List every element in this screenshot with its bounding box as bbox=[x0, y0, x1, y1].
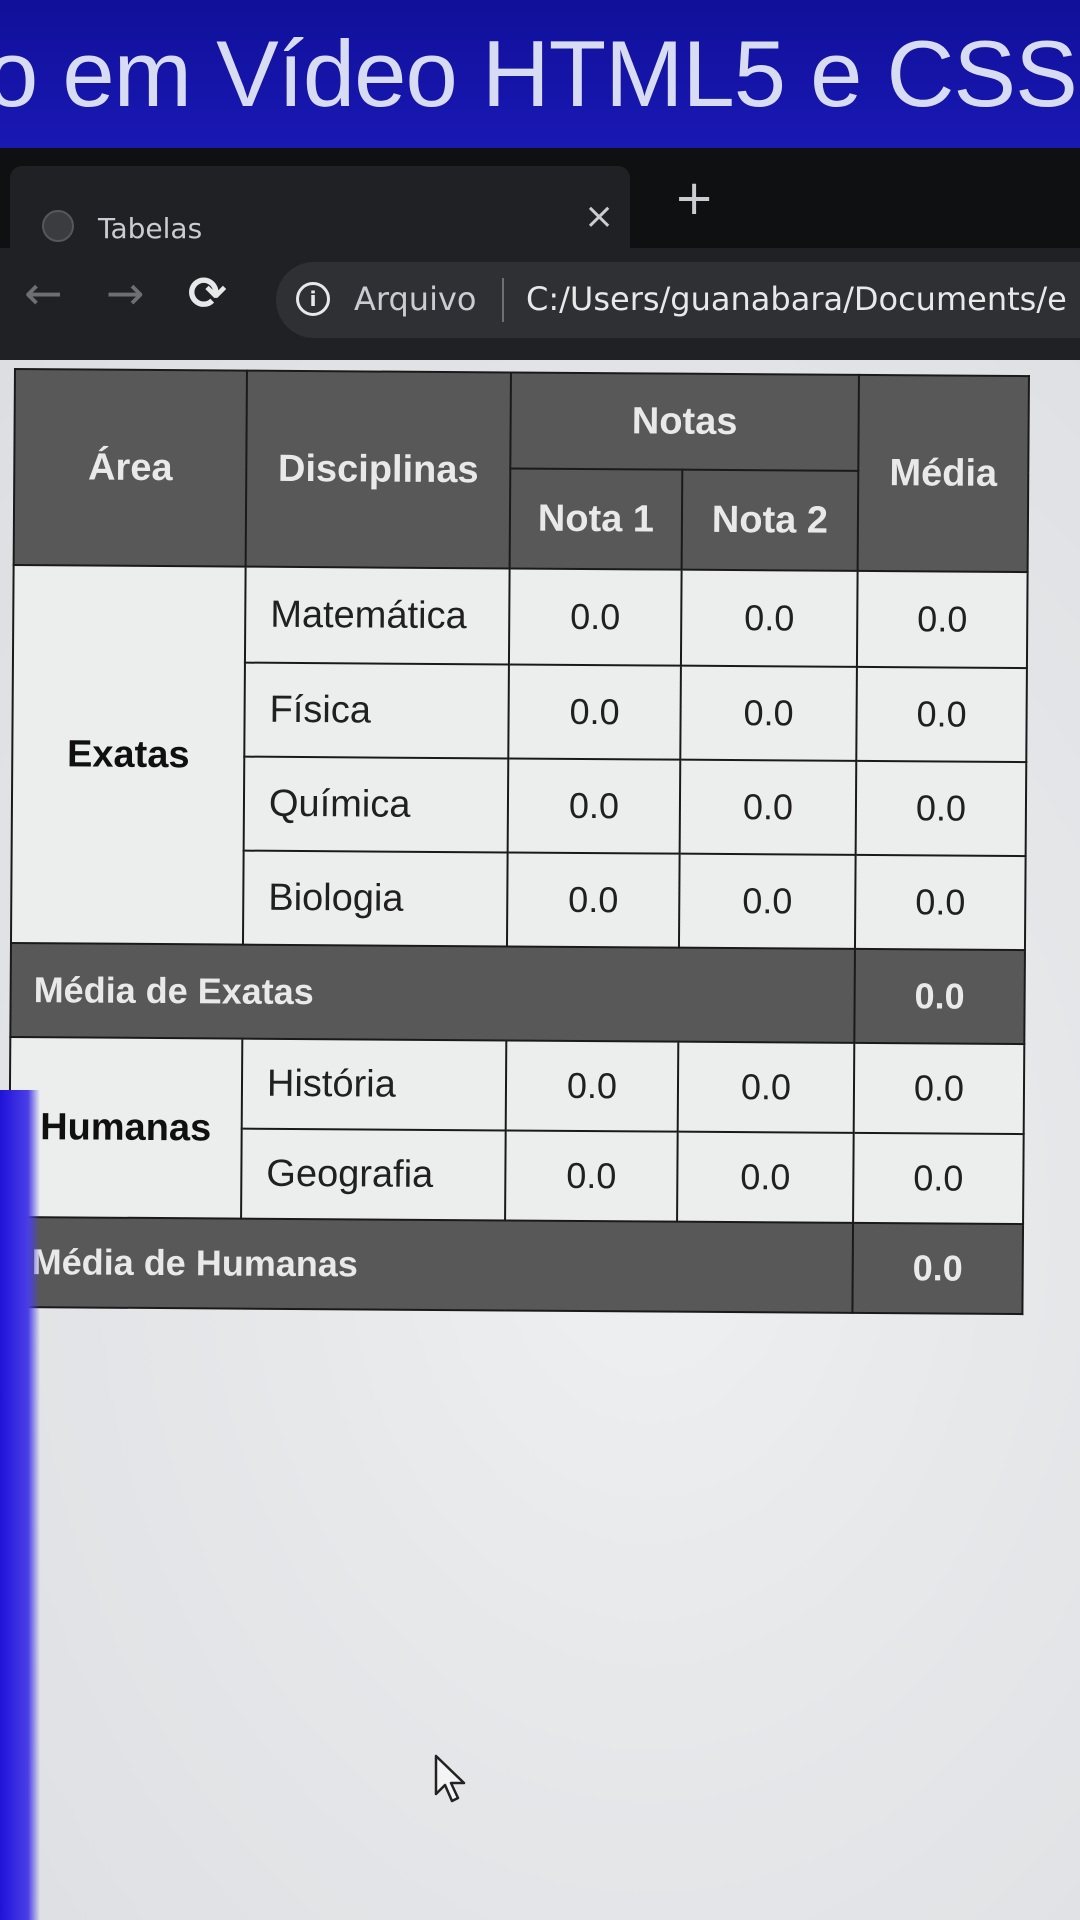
mouse-pointer-icon-svg bbox=[434, 1754, 466, 1803]
disciplina-cell: História bbox=[241, 1038, 507, 1131]
tab-tabelas[interactable]: Tabelas × bbox=[10, 166, 630, 250]
average-value: 0.0 bbox=[852, 1222, 1024, 1315]
nota2-cell: 0.0 bbox=[680, 665, 857, 761]
average-label: Média de Humanas bbox=[8, 1216, 854, 1313]
table-row: Humanas História 0.0 0.0 0.0 bbox=[9, 1036, 1025, 1219]
page-content: Área Disciplinas Notas Média Nota 1 Nota… bbox=[0, 360, 1080, 1920]
table-row: Exatas Matemática 0.0 0.0 0.0 bbox=[10, 565, 1028, 945]
disciplina-cell: Biologia bbox=[242, 850, 508, 947]
nota1-cell: 0.0 bbox=[507, 758, 681, 854]
video-title-text: o em Vídeo HTML5 e CSS3 bbox=[0, 21, 1080, 126]
header-area: Área bbox=[13, 369, 247, 567]
area-exatas: Exatas bbox=[10, 565, 246, 945]
disciplina-cell: Matemática bbox=[244, 566, 510, 665]
nota1-cell: 0.0 bbox=[508, 664, 681, 760]
nota1-cell: 0.0 bbox=[508, 568, 682, 666]
nota2-cell: 0.0 bbox=[677, 1131, 854, 1223]
video-title-banner: o em Vídeo HTML5 e CSS3 bbox=[0, 0, 1080, 152]
nota2-cell: 0.0 bbox=[677, 1041, 855, 1133]
nota2-cell: 0.0 bbox=[678, 853, 856, 949]
header-nota1: Nota 1 bbox=[509, 468, 683, 570]
average-row-humanas: Média de Humanas 0.0 bbox=[8, 1216, 1024, 1315]
media-cell: 0.0 bbox=[856, 570, 1028, 669]
globe-icon bbox=[42, 210, 74, 242]
close-icon[interactable]: × bbox=[584, 196, 614, 237]
nota1-cell: 0.0 bbox=[505, 1040, 679, 1132]
nota2-cell: 0.0 bbox=[680, 569, 858, 667]
address-bar-divider bbox=[502, 278, 504, 322]
address-bar-url[interactable]: C:/Users/guanabara/Documents/e bbox=[526, 280, 1067, 318]
area-humanas: Humanas bbox=[9, 1036, 243, 1219]
media-cell: 0.0 bbox=[856, 666, 1027, 763]
forward-arrow-icon[interactable]: → bbox=[106, 266, 145, 320]
average-row-exatas: Média de Exatas 0.0 bbox=[10, 942, 1025, 1045]
disciplina-cell: Geografia bbox=[241, 1128, 506, 1221]
nota1-cell: 0.0 bbox=[505, 1130, 678, 1222]
disciplina-cell: Física bbox=[244, 662, 509, 759]
media-cell: 0.0 bbox=[854, 854, 1026, 951]
disciplina-cell: Química bbox=[243, 756, 509, 853]
nota2-cell: 0.0 bbox=[679, 759, 857, 855]
monitor-edge bbox=[0, 1090, 40, 1920]
nota1-cell: 0.0 bbox=[506, 852, 680, 948]
address-bar[interactable]: i Arquivo C:/Users/guanabara/Documents/e bbox=[276, 262, 1080, 338]
new-tab-icon[interactable]: + bbox=[674, 170, 714, 226]
media-cell: 0.0 bbox=[853, 1042, 1025, 1135]
average-label: Média de Exatas bbox=[10, 942, 855, 1043]
back-arrow-icon[interactable]: ← bbox=[24, 266, 63, 320]
browser-toolbar: ← → ⟳ i Arquivo C:/Users/guanabara/Docum… bbox=[0, 248, 1080, 360]
media-cell: 0.0 bbox=[855, 760, 1027, 857]
header-media: Média bbox=[857, 374, 1029, 573]
header-row-1: Área Disciplinas Notas Média bbox=[13, 369, 1029, 573]
tab-title: Tabelas bbox=[98, 212, 203, 245]
browser-chrome: Tabelas × + ← → ⟳ i Arquivo C:/Users/gua… bbox=[0, 148, 1080, 360]
info-icon[interactable]: i bbox=[296, 282, 330, 316]
header-nota2: Nota 2 bbox=[681, 469, 859, 571]
address-bar-scheme-label: Arquivo bbox=[354, 280, 477, 318]
header-notas: Notas bbox=[510, 372, 859, 471]
header-disciplinas: Disciplinas bbox=[245, 370, 511, 569]
reload-icon[interactable]: ⟳ bbox=[188, 266, 227, 320]
tab-strip: Tabelas × + bbox=[0, 148, 1080, 250]
average-value: 0.0 bbox=[854, 948, 1025, 1045]
media-cell: 0.0 bbox=[853, 1132, 1024, 1225]
grades-table: Área Disciplinas Notas Média Nota 1 Nota… bbox=[7, 368, 1030, 1315]
